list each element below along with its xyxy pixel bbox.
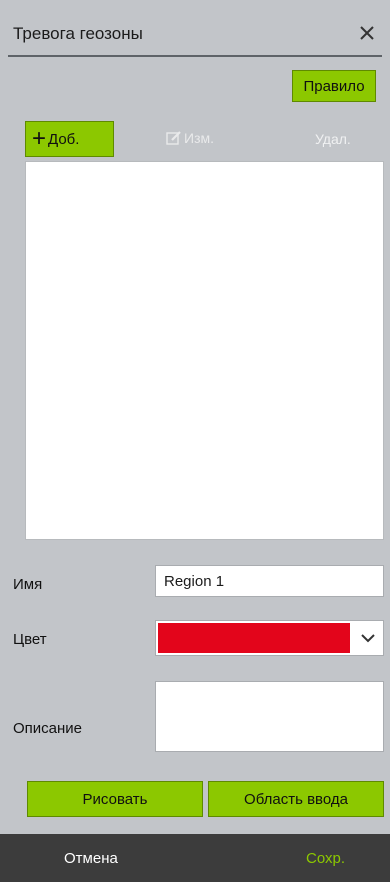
color-select[interactable] [155, 620, 384, 656]
plus-icon: + [32, 125, 47, 152]
color-swatch [158, 623, 350, 653]
name-field[interactable]: Region 1 [155, 565, 384, 597]
description-field[interactable] [155, 681, 384, 752]
dialog-header: Тревога геозоны [0, 0, 390, 70]
input-area-button[interactable]: Область ввода [208, 781, 384, 817]
description-label: Описание [13, 720, 83, 737]
close-icon [360, 26, 374, 40]
delete-button[interactable]: Удал. [315, 131, 351, 147]
close-button[interactable] [354, 20, 380, 46]
region-list[interactable] [25, 161, 384, 540]
name-label: Имя [13, 576, 43, 593]
save-button[interactable]: Сохр. [306, 850, 345, 867]
color-label: Цвет [13, 631, 47, 648]
edit-button[interactable]: Изм. [166, 130, 214, 146]
rule-button[interactable]: Правило [292, 70, 376, 102]
add-button[interactable]: + Доб. [25, 121, 114, 157]
cancel-button[interactable]: Отмена [64, 850, 118, 867]
edit-icon [166, 131, 181, 145]
dialog-title: Тревога геозоны [13, 24, 143, 43]
header-divider [8, 55, 382, 57]
draw-button[interactable]: Рисовать [27, 781, 203, 817]
edit-label: Изм. [184, 130, 214, 146]
chevron-down-icon [361, 634, 375, 643]
add-label: Доб. [48, 130, 80, 148]
